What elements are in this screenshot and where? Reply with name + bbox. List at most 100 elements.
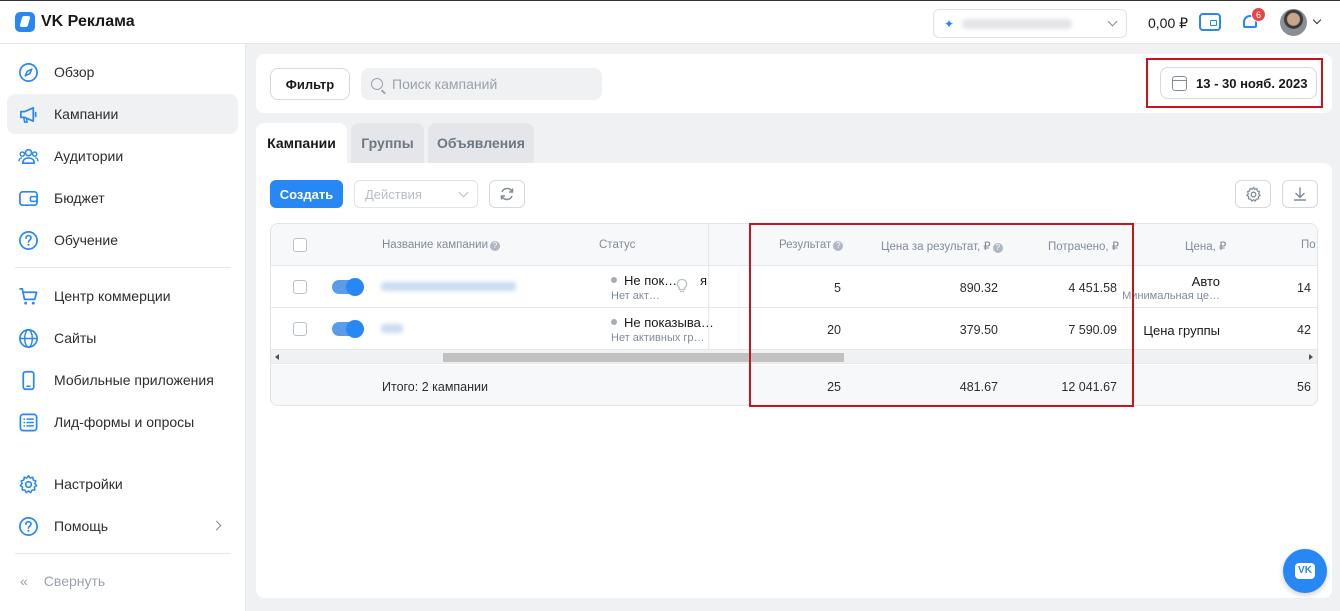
notifications-bell-icon[interactable]: 6 [1241, 7, 1266, 33]
refresh-button[interactable] [489, 180, 525, 208]
chevron-right-icon [211, 520, 222, 531]
user-avatar[interactable] [1280, 9, 1307, 36]
gear-icon [1245, 186, 1261, 202]
sidebar-item-audiences[interactable]: Аудитории [7, 136, 238, 176]
metrics-highlight [749, 223, 1134, 407]
sidebar-divider [15, 553, 231, 554]
status-dot-icon [611, 319, 617, 325]
question-icon [18, 230, 39, 251]
sidebar-item-label: Настройки [54, 476, 123, 492]
gear-icon [18, 474, 39, 495]
sidebar-item-label: Помощь [54, 518, 109, 534]
sidebar-item-sites[interactable]: Сайты [7, 318, 238, 358]
collapse-sidebar-button[interactable]: « Свернуть [20, 573, 105, 589]
campaign-toggle[interactable] [332, 278, 364, 296]
sidebar-item-help[interactable]: Помощь [7, 506, 238, 546]
search-field[interactable] [361, 68, 602, 100]
sidebar-item-label: Кампании [54, 106, 119, 122]
download-icon [1293, 187, 1307, 201]
actions-label: Действия [365, 186, 422, 202]
tab-groups[interactable]: Группы [351, 123, 424, 163]
actions-dropdown[interactable]: Действия [354, 180, 478, 208]
scroll-left-arrow-icon[interactable] [275, 354, 279, 360]
globe-icon [18, 328, 39, 349]
sidebar-item-label: Аудитории [54, 148, 124, 164]
row-checkbox[interactable] [293, 322, 307, 336]
date-range-picker[interactable]: 13 - 30 нояб. 2023 [1160, 67, 1317, 99]
sidebar-divider [15, 267, 231, 268]
status-overflow-text: я [700, 273, 708, 288]
column-header-next[interactable]: По [1301, 239, 1316, 251]
chevron-down-icon [458, 187, 469, 197]
row-checkbox[interactable] [293, 280, 307, 294]
status-sublabel: Нет акт… [611, 290, 660, 302]
sidebar-item-label: Обучение [54, 232, 119, 248]
column-header-price[interactable]: Цена, ₽ [1185, 239, 1226, 253]
search-input[interactable] [392, 76, 592, 92]
account-name-redacted [962, 18, 1073, 29]
wallet-icon[interactable] [1199, 13, 1221, 31]
refresh-icon [500, 187, 514, 201]
date-range-label: 13 - 30 нояб. 2023 [1196, 75, 1308, 91]
sidebar-item-label: Обзор [54, 64, 95, 80]
sidebar-item-commerce-center[interactable]: Центр коммерции [7, 276, 238, 316]
sidebar-item-label: Мобильные приложения [54, 372, 214, 388]
users-icon [18, 146, 39, 167]
filter-bar: Фильтр 13 - 30 нояб. 2023 [256, 54, 1332, 113]
chevron-down-icon [1107, 16, 1118, 27]
smartphone-icon [18, 370, 39, 391]
tab-ads[interactable]: Объявления [428, 123, 534, 163]
total-next: 56 [1297, 380, 1311, 394]
sidebar-item-label: Сайты [54, 330, 97, 346]
filter-button[interactable]: Фильтр [270, 68, 350, 100]
app-title: VK Реклама [41, 13, 135, 30]
question-icon [18, 516, 39, 537]
status-dot-icon [611, 277, 617, 283]
column-header-status[interactable]: Статус [599, 239, 635, 251]
hint-lightbulb-icon[interactable] [675, 278, 689, 294]
sparkle-icon: ✦ [944, 16, 955, 31]
campaign-name-redacted[interactable] [381, 282, 516, 291]
download-button[interactable] [1282, 180, 1318, 208]
sidebar-item-learning[interactable]: Обучение [7, 220, 238, 260]
vk-support-button[interactable]: VK [1283, 549, 1327, 593]
wallet-icon [18, 188, 39, 209]
sidebar-item-overview[interactable]: Обзор [7, 52, 238, 92]
sidebar-item-settings[interactable]: Настройки [7, 464, 238, 504]
app-logo[interactable]: VK Реклама [15, 12, 135, 32]
total-label: Итого: 2 кампании [382, 380, 489, 394]
status-sublabel: Нет активных гр… [611, 332, 705, 344]
create-button[interactable]: Создать [270, 180, 343, 208]
info-icon[interactable]: ? [490, 241, 500, 251]
cell-next: 14 [1297, 281, 1311, 295]
sidebar-item-mobile-apps[interactable]: Мобильные приложения [7, 360, 238, 400]
cart-icon [18, 286, 39, 307]
fixed-columns-divider [708, 224, 710, 350]
campaign-toggle[interactable] [332, 320, 364, 338]
account-switcher[interactable]: ✦ [933, 9, 1127, 38]
sidebar-item-budget[interactable]: Бюджет [7, 178, 238, 218]
notifications-badge: 6 [1251, 7, 1266, 22]
tab-campaigns[interactable]: Кампании [256, 123, 347, 163]
sidebar-item-lead-forms[interactable]: Лид-формы и опросы [7, 402, 238, 442]
sidebar-item-label: Центр коммерции [54, 288, 171, 304]
megaphone-icon [18, 104, 39, 125]
list-icon [18, 412, 39, 433]
campaign-name-redacted[interactable] [381, 324, 403, 333]
vk-logo-icon: VK [1295, 563, 1315, 579]
status-label: Не пок… [611, 273, 677, 288]
top-bar: VK Реклама ✦ 0,00 ₽ 6 [0, 0, 1340, 44]
scroll-right-arrow-icon[interactable] [1309, 354, 1313, 360]
column-header-name[interactable]: Название кампании? [382, 239, 500, 251]
sidebar-item-campaigns[interactable]: Кампании [7, 94, 238, 134]
sidebar-item-label: Лид-формы и опросы [54, 414, 195, 430]
select-all-checkbox[interactable] [293, 238, 307, 252]
search-icon [371, 78, 383, 90]
balance-amount[interactable]: 0,00 ₽ [1148, 15, 1188, 32]
double-chevron-left-icon: « [20, 573, 28, 589]
vk-ads-logo-icon [15, 12, 35, 32]
table-settings-button[interactable] [1235, 180, 1271, 208]
chevron-down-icon[interactable] [1312, 15, 1322, 25]
calendar-icon [1172, 75, 1187, 91]
cell-price: Цена группы [1143, 323, 1220, 338]
